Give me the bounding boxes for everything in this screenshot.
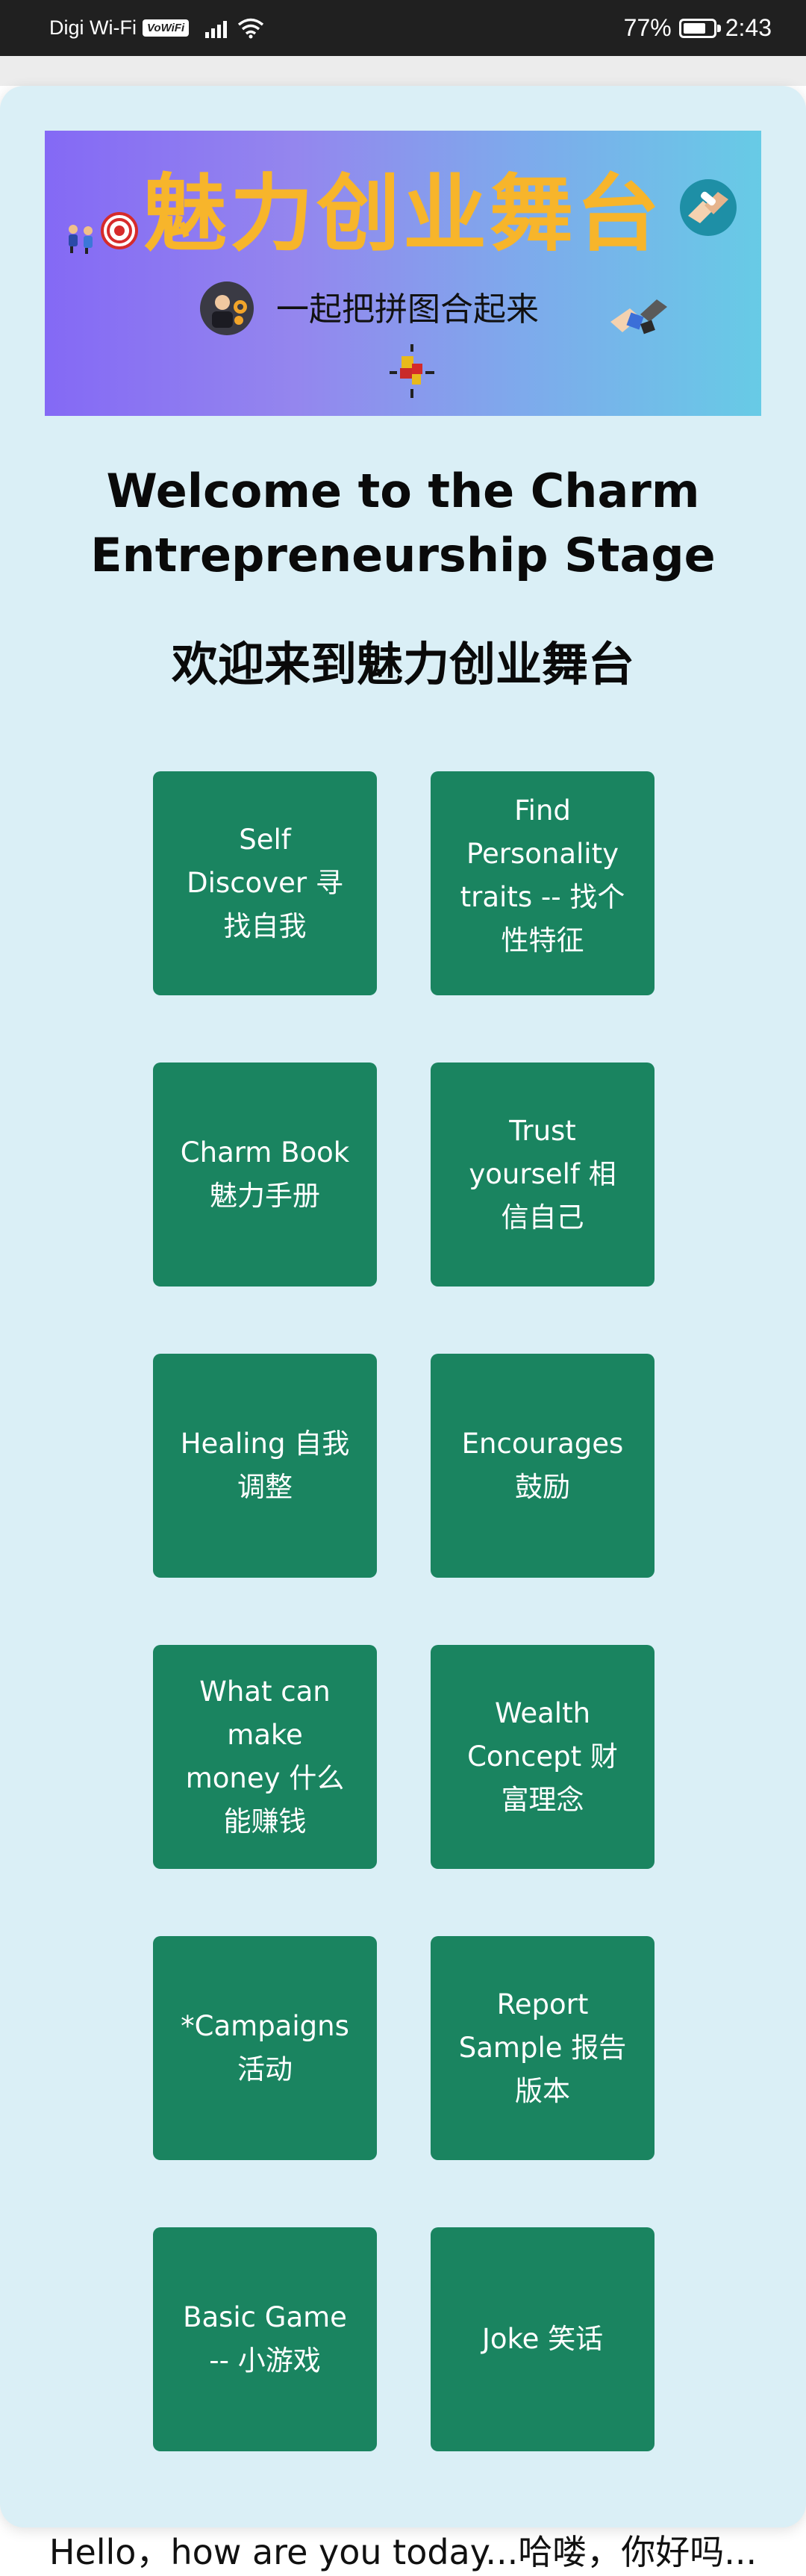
battery-icon xyxy=(678,18,721,38)
status-left: Digi Wi-Fi VoWiFi xyxy=(49,0,264,56)
tile-trust-yourself[interactable]: Trust yourself 相信自己 xyxy=(431,1063,655,1287)
page-title-chinese: 欢迎来到魅力创业舞台 xyxy=(171,637,634,691)
banner-title: 魅力创业舞台 xyxy=(143,166,663,263)
tile-healing[interactable]: Healing 自我调整 xyxy=(153,1354,377,1578)
signal-strength-icon xyxy=(205,19,228,38)
status-bar: Digi Wi-Fi VoWiFi 77% 2:43 xyxy=(0,0,806,56)
tile-wealth-concept[interactable]: Wealth Concept 财富理念 xyxy=(431,1645,655,1869)
businessman-gear-icon xyxy=(200,281,254,335)
tile-label: Basic Game -- 小游戏 xyxy=(183,2301,347,2377)
tile-label: Joke 笑话 xyxy=(481,2323,604,2355)
tile-joke[interactable]: Joke 笑话 xyxy=(431,2227,655,2451)
battery-fill xyxy=(683,22,705,34)
tile-label: Trust yourself 相信自己 xyxy=(469,1115,616,1233)
tile-label: Find Personality traits -- 找个性特征 xyxy=(460,794,625,956)
tile-basic-game[interactable]: Basic Game -- 小游戏 xyxy=(153,2227,377,2451)
tile-self-discover[interactable]: Self Discover 寻找自我 xyxy=(153,771,377,995)
tile-label: Encourages 鼓励 xyxy=(461,1428,624,1503)
battery-percent: 77% xyxy=(623,14,672,41)
carrier-name: Digi Wi-Fi xyxy=(49,16,137,39)
tile-label: Self Discover 寻找自我 xyxy=(187,824,343,942)
vowifi-badge: VoWiFi xyxy=(142,19,190,37)
tile-label: Report Sample 报告版本 xyxy=(458,1988,627,2107)
banner-image: 魅力创业舞台 一起把拼图合起来 xyxy=(45,131,761,416)
banner-subtitle: 一起把拼图合起来 xyxy=(276,290,539,329)
clock: 2:43 xyxy=(725,14,772,41)
hands-puzzle-icon xyxy=(610,299,667,335)
tile-label: Charm Book 魅力手册 xyxy=(180,1136,350,1212)
tile-find-personality-traits[interactable]: Find Personality traits -- 找个性特征 xyxy=(431,771,655,995)
tile-label: *Campaigns 活动 xyxy=(181,2010,349,2085)
tile-encourages[interactable]: Encourages 鼓励 xyxy=(431,1354,655,1578)
status-right: 77% 2:43 xyxy=(624,0,772,56)
tile-label: Healing 自我调整 xyxy=(180,1428,350,1503)
page-title: Welcome to the Charm Entrepreneurship St… xyxy=(90,464,716,582)
tile-campaigns[interactable]: *Campaigns 活动 xyxy=(153,1936,377,2160)
tile-label: Wealth Concept 财富理念 xyxy=(467,1697,618,1816)
puzzle-pieces-icon xyxy=(390,344,434,398)
tile-what-can-make-money[interactable]: What can make money 什么能赚钱 xyxy=(153,1645,377,1869)
wifi-icon xyxy=(238,18,264,38)
top-spacer xyxy=(0,56,806,86)
tile-label: What can make money 什么能赚钱 xyxy=(185,1676,345,1838)
greeting-text: Hello，how are you today...哈喽，你好吗... xyxy=(49,2532,757,2572)
tile-report-sample[interactable]: Report Sample 报告版本 xyxy=(431,1936,655,2160)
main-card: 魅力创业舞台 一起把拼图合起来 Welcome to the Charm Ent… xyxy=(0,86,806,2527)
tile-charm-book[interactable]: Charm Book 魅力手册 xyxy=(153,1063,377,1287)
